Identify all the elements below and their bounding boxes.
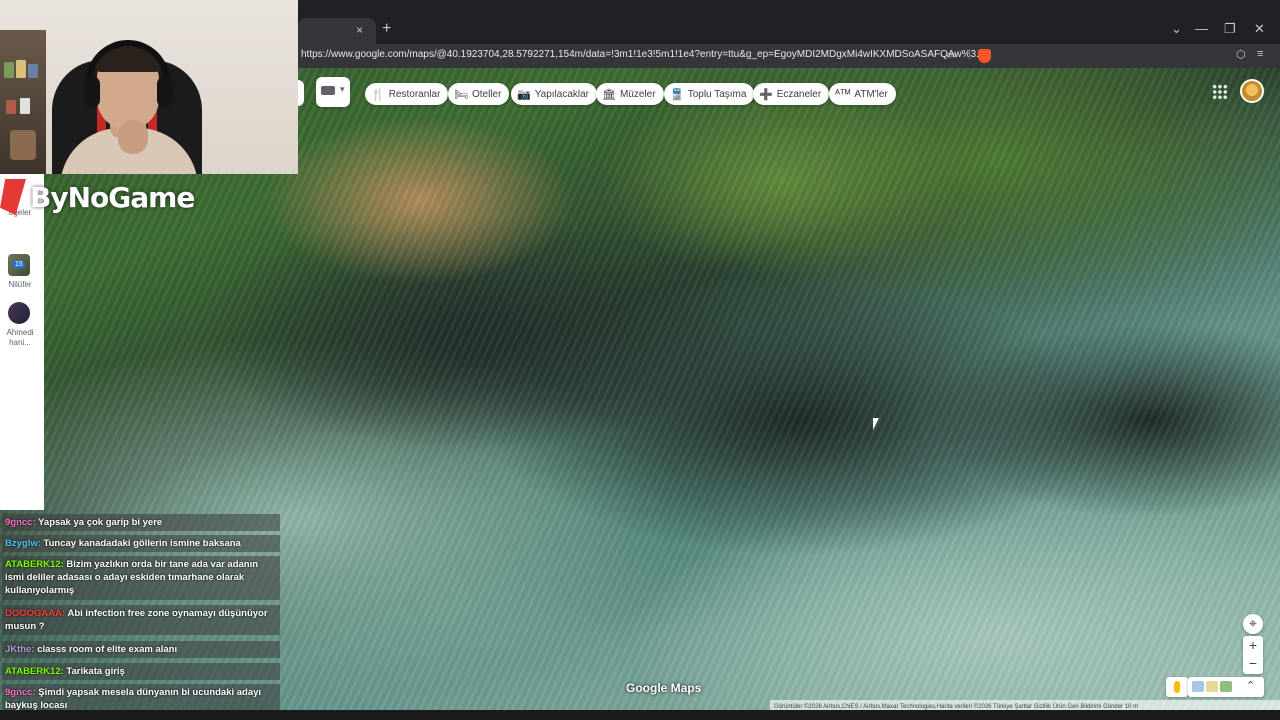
my-location-button[interactable]: ⌖ (1243, 614, 1263, 634)
museum-icon: 🏛 (602, 88, 616, 101)
chat-username: JKthe: (5, 644, 35, 655)
chat-text: Tuncay kanadadaki göllerin ismine baksan… (43, 538, 241, 549)
chat-username: ATABERK12: (5, 559, 64, 570)
brave-shield-icon[interactable] (978, 49, 991, 63)
chip-hotels[interactable]: 🛏 Oteller (448, 83, 510, 105)
transit-icon: 🚆 (670, 88, 684, 101)
headphone-earcup-right (157, 76, 173, 108)
google-apps-icon[interactable] (1212, 84, 1228, 100)
chat-username: DOOOGAAA: (5, 608, 66, 619)
chat-username: ATABERK12: (5, 666, 64, 677)
chip-label: Müzeler (619, 88, 656, 100)
search-panel-stub[interactable] (298, 80, 304, 106)
chat-text: Tarikata giriş (66, 666, 125, 677)
browser-tab[interactable]: × (298, 18, 376, 44)
chip-label: Eczaneler (776, 88, 822, 100)
keyboard-input-button[interactable]: ▾ (316, 77, 350, 107)
chat-username: Bzyglw: (5, 538, 41, 549)
pharmacy-icon: ➕ (759, 88, 773, 101)
bed-icon: 🛏 (454, 88, 468, 101)
cast-icon[interactable]: ▭ (946, 48, 956, 61)
logo-mark-icon (0, 179, 26, 215)
pegman-icon[interactable] (1166, 677, 1188, 697)
chat-message: Bzyglw: Tuncay kanadadaki göllerin ismin… (2, 535, 280, 552)
zoom-out-button[interactable]: − (1243, 654, 1263, 672)
chat-text: Yapsak ya çok garip bi yere (38, 517, 163, 528)
divider: | (968, 48, 971, 60)
chip-label: Oteller (471, 88, 502, 100)
chat-message: ATABERK12: Tarikata giriş (2, 663, 280, 680)
atm-icon: ᴬᵀᴹ (835, 88, 851, 100)
expand-layers-icon[interactable]: ⌃ (1246, 679, 1255, 692)
google-maps-watermark: Google Maps (626, 681, 702, 695)
zoom-controls: + − (1243, 636, 1263, 674)
chat-text: classs room of elite exam alanı (37, 644, 178, 655)
chip-label: ATM'ler (854, 88, 888, 100)
chip-pharmacies[interactable]: ➕ Eczaneler (753, 83, 830, 105)
chip-transit[interactable]: 🚆 Toplu Taşıma (664, 83, 755, 105)
chip-label: Toplu Taşıma (687, 88, 747, 100)
chat-username: 9gncc: (5, 517, 36, 528)
stream-logo: ByNoGame (0, 176, 195, 218)
logo-text: ByNoGame (30, 180, 195, 214)
profile-avatar[interactable] (1240, 79, 1264, 103)
locate-icon: ⌖ (1249, 615, 1257, 631)
minimize-icon[interactable]: — (1195, 21, 1208, 36)
chevron-down-icon: ▾ (340, 84, 345, 94)
keyboard-icon (321, 86, 335, 95)
sidebar-item-ahmedi-avatar[interactable] (8, 302, 30, 324)
maps-sidebar: öğeler 15 Nilüfer Ahmedi hani... (0, 174, 44, 510)
new-tab-icon[interactable]: + (382, 20, 391, 38)
extensions-icon[interactable]: ⬡ (1236, 48, 1246, 61)
browser-tab-bar: × + ⌄ — ❐ ✕ (298, 16, 1280, 44)
sidebar-item-nilufer-label[interactable]: Nilüfer (0, 280, 40, 290)
chip-museums[interactable]: 🏛 Müzeler (596, 83, 664, 105)
camera-icon: 📷 (517, 88, 531, 101)
chip-atms[interactable]: ᴬᵀᴹ ATM'ler (829, 83, 896, 105)
streamer-hand (118, 120, 148, 154)
mouse-cursor-icon (873, 418, 879, 430)
chip-label: Restoranlar (388, 88, 441, 100)
chat-text: Şimdi yapsak mesela dünyanın bi ucundaki… (5, 687, 262, 711)
sidebar-item-ahmedi-label[interactable]: Ahmedi hani... (0, 328, 40, 348)
browser-top-strip (298, 0, 1280, 16)
streamer-webcam (0, 0, 298, 174)
headphone-earcup-left (84, 76, 100, 108)
chip-restaurants[interactable]: 🍴 Restoranlar (365, 83, 449, 105)
maximize-icon[interactable]: ❐ (1224, 21, 1236, 37)
background-shelf (0, 30, 46, 174)
tab-search-icon[interactable]: ⌄ (1171, 21, 1182, 37)
chat-message: DOOOGAAA: Abi infection free zone oynama… (2, 605, 280, 635)
chat-username: 9gncc: (5, 687, 36, 698)
count-badge: 15 (13, 261, 25, 268)
stream-chat: 9gncc: Yapsak ya çok garip bi yere Bzygl… (0, 510, 282, 716)
url-text[interactable]: https://www.google.com/maps/@40.1923704,… (301, 49, 984, 60)
chat-message: JKthe: classs room of elite exam alanı (2, 641, 280, 658)
bottom-bar (0, 710, 1280, 720)
layer-thumb-traffic[interactable] (1220, 681, 1232, 692)
chat-message: ATABERK12: Bizim yazlıkın orda bir tane … (2, 556, 280, 600)
zoom-in-button[interactable]: + (1243, 636, 1263, 654)
chat-message: 9gncc: Yapsak ya çok garip bi yere (2, 514, 280, 531)
address-bar[interactable]: https://www.google.com/maps/@40.1923704,… (298, 44, 1280, 68)
chip-things-to-do[interactable]: 📷 Yapılacaklar (511, 83, 597, 105)
layer-thumb-terrain[interactable] (1206, 681, 1218, 692)
layers-strip[interactable]: ⌃ (1188, 677, 1264, 697)
chip-label: Yapılacaklar (534, 88, 589, 100)
fork-knife-icon: 🍴 (371, 88, 385, 101)
layer-thumb-default[interactable] (1192, 681, 1204, 692)
menu-icon[interactable]: ≡ (1257, 48, 1263, 60)
tab-close-icon[interactable]: × (356, 23, 363, 37)
close-window-icon[interactable]: ✕ (1254, 21, 1265, 37)
